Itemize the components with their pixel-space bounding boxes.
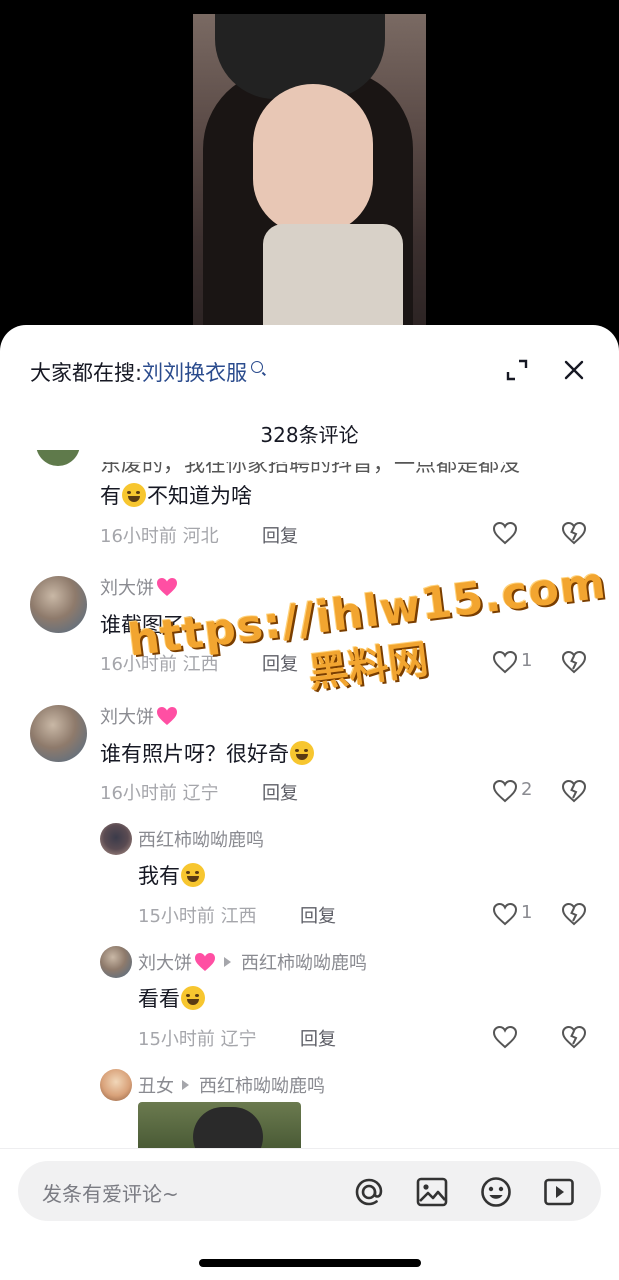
close-icon[interactable] [562,358,586,382]
comment-meta: 16小时前 辽宁 [100,783,219,804]
video-shirt [263,224,403,340]
avatar[interactable] [100,1069,132,1101]
reply-image[interactable] [138,1102,301,1148]
reply-text: 我有 [138,860,206,890]
reply-arrow-icon [182,1080,189,1090]
laughing-emoji-icon [181,863,205,887]
comment-input[interactable]: 发条有爱评论~ [18,1161,601,1221]
like-heart-icon[interactable] [492,650,518,674]
comment-list[interactable]: 东废的，我在你家招聘的抖音，一点都是都没 有不知道为啥 16小时前 河北 回复 … [0,450,619,1148]
reply-text: 看看 [138,983,206,1013]
comments-sheet: 大家都在搜: 刘刘换衣服 328条评论 东废的，我在你家招聘的抖音，一点都是都没… [0,325,619,1280]
comment-text: 有不知道为啥 [100,483,252,508]
dislike-broken-heart-icon[interactable] [561,1025,587,1049]
comment-author[interactable]: 刘大饼 [100,574,178,600]
reply-button[interactable]: 回复 [262,522,298,548]
search-icon [251,361,264,373]
pink-heart-icon [157,707,177,725]
search-prefix: 大家都在搜: [30,361,143,385]
reply-button[interactable]: 回复 [300,902,336,928]
avatar[interactable] [100,823,132,855]
video-clip-icon[interactable] [542,1175,576,1209]
reply-button[interactable]: 回复 [262,650,298,676]
comment-input-bar: 发条有爱评论~ [0,1148,619,1280]
avatar[interactable] [36,450,80,466]
avatar[interactable] [100,946,132,978]
like-count: 1 [521,902,533,923]
comment-meta: 16小时前 河北 [100,526,219,547]
comment-text-partial: 东废的，我在你家招聘的抖音，一点都是都没 [100,452,520,476]
comment-author[interactable]: 刘大饼 [100,703,178,729]
reply-author-line: 丑女 西红柿呦呦鹿鸣 [138,1076,325,1097]
video-frame[interactable] [193,14,426,340]
comment-count-title: 328条评论 [260,423,359,447]
reply-author-line: 刘大饼 西红柿呦呦鹿鸣 [138,953,367,974]
image-icon[interactable] [415,1175,449,1209]
like-count: 2 [521,779,533,800]
avatar[interactable] [30,705,87,762]
reply-button[interactable]: 回复 [300,1025,336,1051]
like-heart-icon[interactable] [492,1025,518,1049]
comment-meta: 16小时前 江西 [100,654,219,675]
video-face [253,84,373,234]
home-indicator[interactable] [199,1259,421,1267]
dislike-broken-heart-icon[interactable] [561,650,587,674]
input-placeholder: 发条有爱评论~ [42,1182,179,1206]
mention-icon[interactable] [352,1175,386,1209]
dislike-broken-heart-icon[interactable] [561,521,587,545]
video-area[interactable] [0,0,619,340]
like-heart-icon[interactable] [492,521,518,545]
reply-author[interactable]: 西红柿呦呦鹿鸣 [138,826,264,852]
dislike-broken-heart-icon[interactable] [561,902,587,926]
comment-text: 谁截图了? [100,613,196,637]
like-count: 1 [521,650,533,671]
search-suggestion[interactable]: 大家都在搜: 刘刘换衣服 [30,357,264,387]
pink-heart-icon [157,578,177,596]
reply-meta: 15小时前 辽宁 [138,1029,257,1050]
like-heart-icon[interactable] [492,779,518,803]
expand-icon[interactable] [506,359,528,381]
pink-heart-icon [195,953,215,971]
image-content [193,1107,263,1148]
laughing-crying-emoji-icon [122,483,146,507]
search-term-link[interactable]: 刘刘换衣服 [142,357,247,387]
laughing-crying-emoji-icon [181,986,205,1010]
reply-arrow-icon [224,957,231,967]
comment-text: 谁有照片呀？很好奇 [100,738,315,768]
reply-button[interactable]: 回复 [262,779,298,805]
emoji-icon[interactable] [479,1175,513,1209]
reply-meta: 15小时前 江西 [138,906,257,927]
like-heart-icon[interactable] [492,902,518,926]
smiling-emoji-icon [290,741,314,765]
avatar[interactable] [30,576,87,633]
dislike-broken-heart-icon[interactable] [561,779,587,803]
